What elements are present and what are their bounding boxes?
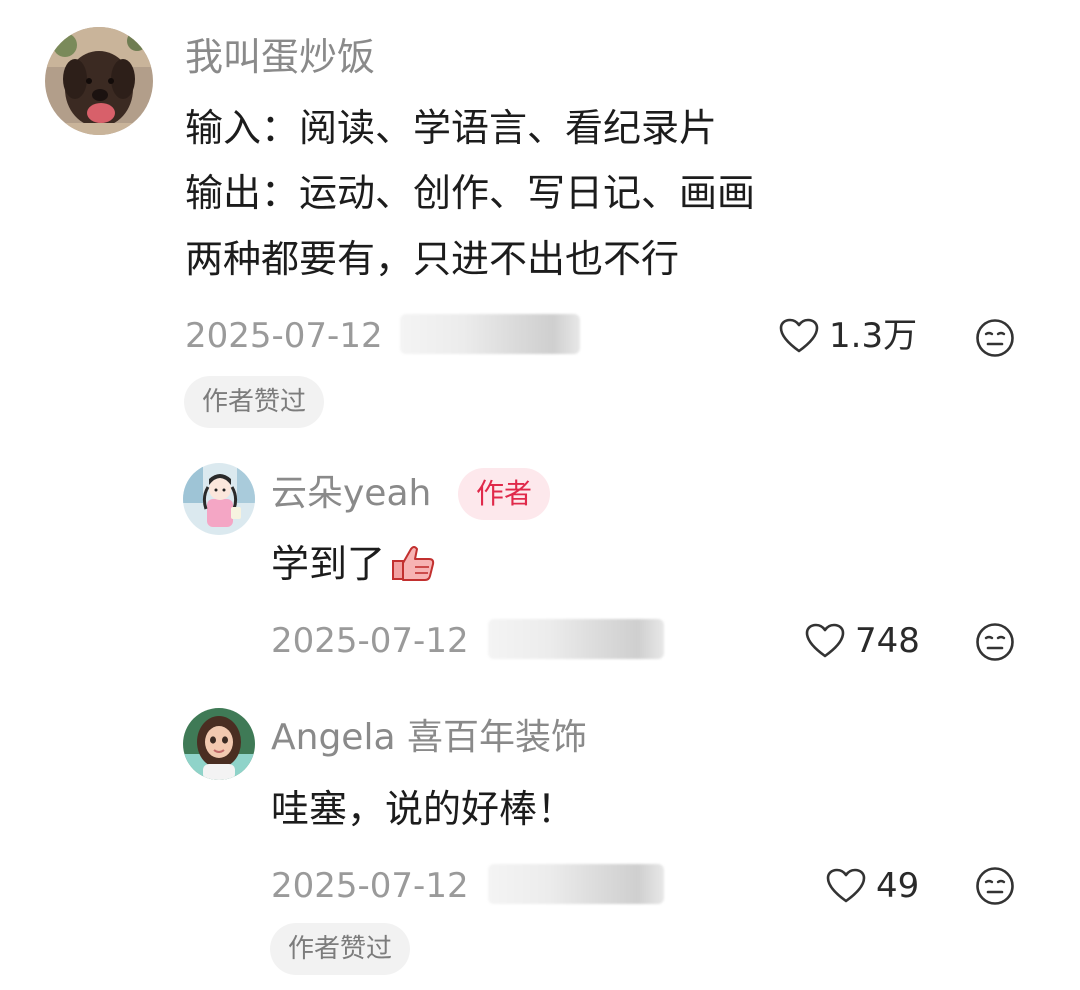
comment-text-line-2: 输出：运动、创作、写日记、画画 — [185, 171, 756, 215]
like-count: 49 — [876, 866, 920, 906]
redacted-location — [488, 864, 664, 904]
like-count: 1.3万 — [829, 316, 918, 356]
neutral-face-icon[interactable] — [975, 866, 1015, 906]
heart-outline-icon — [779, 318, 819, 353]
like-button[interactable]: 748 — [805, 621, 920, 661]
like-count: 748 — [855, 621, 920, 661]
comment-username[interactable]: 我叫蛋炒饭 — [185, 34, 375, 80]
neutral-face-icon[interactable] — [975, 622, 1015, 662]
reply-text-content: 学到了 — [271, 542, 386, 586]
redacted-location — [488, 619, 664, 659]
comment-text-line-1: 输入：阅读、学语言、看纪录片 — [185, 106, 718, 150]
like-button[interactable]: 49 — [826, 866, 919, 906]
reply-text: 哇塞，说的好棒！ — [271, 787, 576, 831]
heart-outline-icon — [805, 623, 845, 658]
reply-username[interactable]: 云朵yeah — [271, 471, 431, 517]
neutral-face-icon[interactable] — [975, 318, 1015, 358]
like-button[interactable]: 1.3万 — [779, 316, 917, 356]
author-liked-tag: 作者赞过 — [184, 376, 325, 428]
heart-outline-icon — [826, 868, 866, 903]
comment-date: 2025-07-12 — [185, 316, 383, 356]
reply-date: 2025-07-12 — [271, 866, 469, 906]
author-liked-tag: 作者赞过 — [270, 923, 411, 975]
redacted-location — [400, 314, 580, 354]
thumbs-up-emoji — [392, 546, 435, 581]
reply-date: 2025-07-12 — [271, 621, 469, 661]
user-avatar-girl[interactable] — [183, 463, 255, 535]
reply-username[interactable]: Angela 喜百年装饰 — [271, 715, 587, 761]
user-avatar-dog[interactable] — [45, 27, 153, 135]
author-badge: 作者 — [458, 468, 551, 520]
reply-text: 学到了 — [271, 541, 439, 587]
user-avatar-angela[interactable] — [183, 708, 255, 780]
comment-text-line-3: 两种都要有，只进不出也不行 — [185, 237, 680, 281]
